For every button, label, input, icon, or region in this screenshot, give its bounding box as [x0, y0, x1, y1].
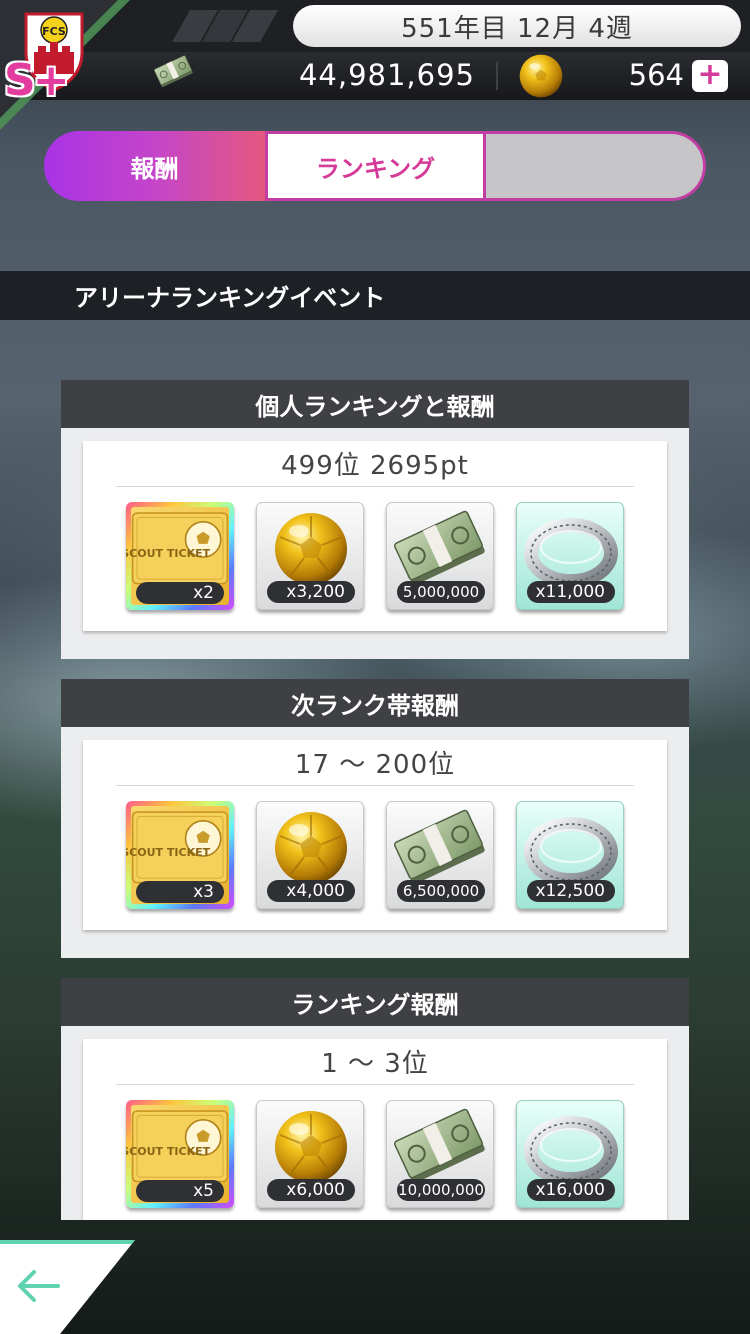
item-quantity: x4,000	[267, 880, 355, 902]
gold-coin-icon	[519, 54, 563, 98]
currency-divider	[496, 62, 498, 90]
item-quantity: x3	[136, 881, 224, 903]
item-quantity: x6,000	[267, 1179, 355, 1201]
rank-range-label: 499位 2695pt	[116, 441, 634, 487]
gold-ball-item[interactable]: x4,000	[256, 801, 364, 909]
money-item[interactable]: 6,500,000	[386, 801, 494, 909]
silver-ring-item[interactable]: x16,000	[516, 1100, 624, 1208]
reward-card: 17 ～ 200位 SCOUT TICKET x3 x4,000 6,500,0…	[83, 740, 667, 930]
silver-ring-item[interactable]: x12,500	[516, 801, 624, 909]
item-quantity: x2	[136, 582, 224, 604]
coin-amount: 564	[628, 58, 684, 92]
svg-text:FCS: FCS	[42, 25, 66, 38]
panel-header: 個人ランキングと報酬	[61, 380, 689, 428]
panel-body: 499位 2695pt SCOUT TICKET x2 x3,200 5,000…	[61, 428, 689, 659]
reward-list[interactable]: 個人ランキングと報酬 499位 2695pt SCOUT TICKET x2 x…	[61, 380, 689, 1220]
reward-card: 1 ～ 3位 SCOUT TICKET x5 x6,000 10,000,000…	[83, 1039, 667, 1220]
item-quantity: x11,000	[527, 581, 615, 603]
tab-ranking[interactable]: ランキング	[265, 131, 486, 201]
money-amount: 44,981,695	[298, 58, 475, 92]
rank-range-label: 1 ～ 3位	[116, 1039, 634, 1085]
tab-bar: 報酬 ランキング	[44, 131, 706, 201]
money-item[interactable]: 5,000,000	[386, 502, 494, 610]
item-quantity: 10,000,000	[397, 1179, 485, 1201]
item-quantity: 6,500,000	[397, 880, 485, 902]
money-stack-icon	[148, 52, 200, 98]
item-quantity: x16,000	[527, 1179, 615, 1201]
panel-body: 1 ～ 3位 SCOUT TICKET x5 x6,000 10,000,000…	[61, 1026, 689, 1220]
gold-ball-item[interactable]: x6,000	[256, 1100, 364, 1208]
scout-ticket-item[interactable]: SCOUT TICKET x5	[126, 1100, 234, 1208]
diamond-decoration	[172, 10, 278, 42]
add-coins-button[interactable]: +	[692, 60, 728, 92]
svg-text:SCOUT TICKET: SCOUT TICKET	[126, 547, 211, 560]
event-title-bar: アリーナランキングイベント	[0, 271, 750, 320]
tab-rewards[interactable]: 報酬	[44, 131, 265, 201]
panel-header: ランキング報酬	[61, 978, 689, 1026]
scout-ticket-item[interactable]: SCOUT TICKET x3	[126, 801, 234, 909]
item-quantity: x5	[136, 1180, 224, 1202]
personal-ranking-panel: 個人ランキングと報酬 499位 2695pt SCOUT TICKET x2 x…	[61, 380, 689, 659]
tab-disabled	[486, 131, 706, 201]
svg-text:SCOUT TICKET: SCOUT TICKET	[126, 1145, 211, 1158]
game-date-display: 551年目 12月 4週	[293, 5, 741, 47]
item-quantity: x3,200	[267, 581, 355, 603]
item-quantity: x12,500	[527, 880, 615, 902]
event-title: アリーナランキングイベント	[74, 284, 386, 312]
item-quantity: 5,000,000	[397, 581, 485, 603]
reward-card: 499位 2695pt SCOUT TICKET x2 x3,200 5,000…	[83, 441, 667, 631]
gold-ball-item[interactable]: x3,200	[256, 502, 364, 610]
silver-ring-item[interactable]: x11,000	[516, 502, 624, 610]
ranking-rewards-panel: ランキング報酬 1 ～ 3位 SCOUT TICKET x5 x6,000 10…	[61, 978, 689, 1220]
rank-badge: S+	[4, 55, 70, 106]
money-item[interactable]: 10,000,000	[386, 1100, 494, 1208]
panel-header: 次ランク帯報酬	[61, 679, 689, 727]
scout-ticket-item[interactable]: SCOUT TICKET x2	[126, 502, 234, 610]
rank-range-label: 17 ～ 200位	[116, 740, 634, 786]
next-rank-panel: 次ランク帯報酬 17 ～ 200位 SCOUT TICKET x3 x4,000	[61, 679, 689, 958]
panel-body: 17 ～ 200位 SCOUT TICKET x3 x4,000 6,500,0…	[61, 727, 689, 958]
svg-text:SCOUT TICKET: SCOUT TICKET	[126, 846, 211, 859]
back-button[interactable]	[0, 1240, 135, 1334]
